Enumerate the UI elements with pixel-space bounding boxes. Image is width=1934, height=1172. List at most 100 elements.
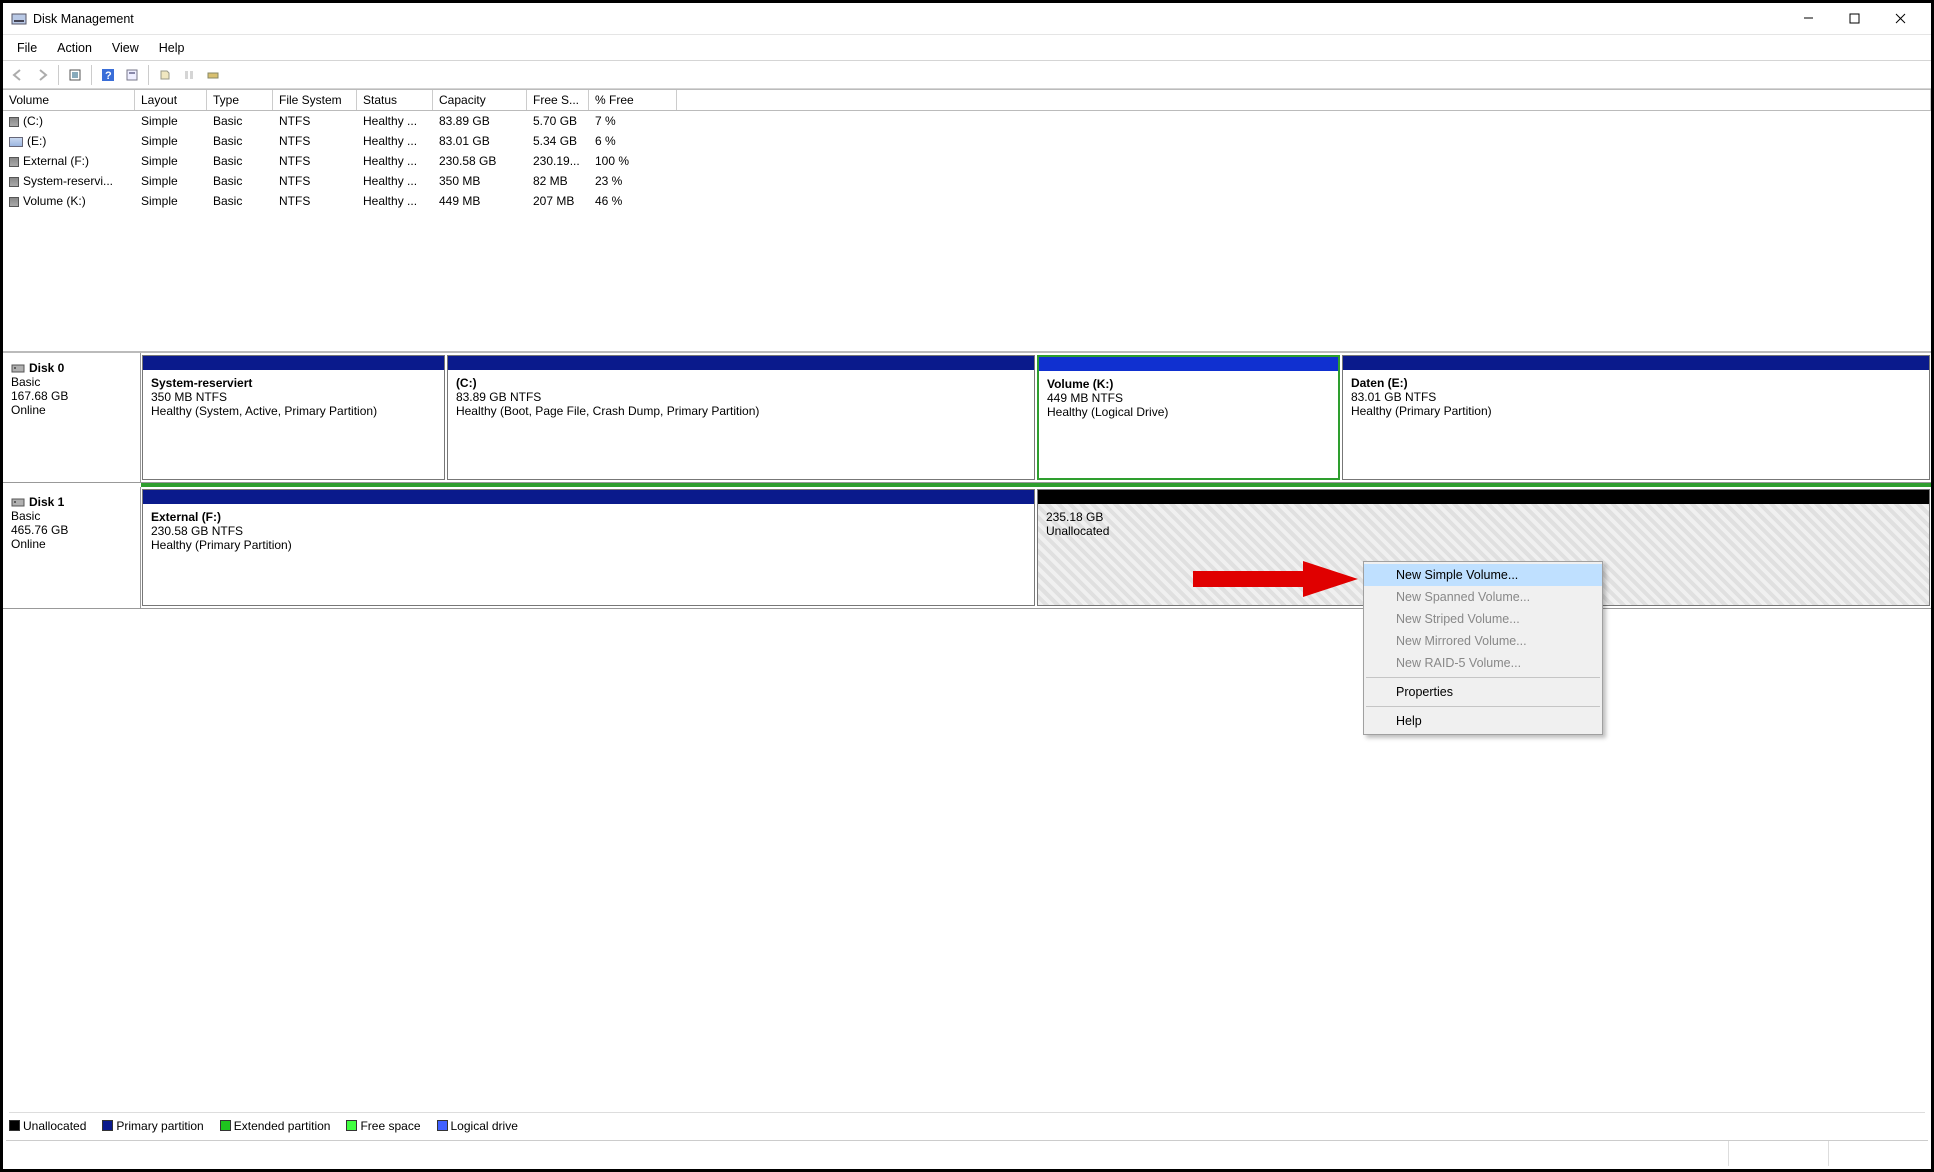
context-menu-item[interactable]: Help (1364, 710, 1602, 732)
minimize-button[interactable] (1785, 4, 1831, 34)
refresh-button[interactable] (64, 64, 86, 86)
svg-text:?: ? (105, 70, 112, 82)
legend-freespace: Free space (346, 1119, 420, 1133)
back-button[interactable] (7, 64, 29, 86)
window-controls (1785, 4, 1923, 34)
menu-view[interactable]: View (102, 37, 149, 59)
volume-row[interactable]: Volume (K:)SimpleBasicNTFSHealthy ...449… (3, 191, 1931, 211)
col-pct-free[interactable]: % Free (589, 90, 677, 110)
disk-status: Online (11, 403, 132, 417)
volume-icon (9, 177, 19, 187)
volume-list-header[interactable]: Volume Layout Type File System Status Ca… (3, 89, 1931, 111)
partition-colorbar (1343, 356, 1929, 370)
menu-file[interactable]: File (7, 37, 47, 59)
disk-graphical-view: Disk 0Basic167.68 GBOnlineSystem-reservi… (3, 352, 1931, 609)
legend-primary: Primary partition (102, 1119, 203, 1133)
volume-type: Basic (207, 153, 273, 169)
partition[interactable]: System-reserviert350 MB NTFSHealthy (Sys… (142, 355, 445, 480)
col-capacity[interactable]: Capacity (433, 90, 527, 110)
forward-button[interactable] (31, 64, 53, 86)
volume-status: Healthy ... (357, 113, 433, 129)
volume-free: 5.34 GB (527, 133, 589, 149)
volume-free: 5.70 GB (527, 113, 589, 129)
legend-unallocated: Unallocated (9, 1119, 86, 1133)
partition[interactable]: Volume (K:)449 MB NTFSHealthy (Logical D… (1037, 355, 1340, 480)
volume-layout: Simple (135, 173, 207, 189)
statusbar-pane (6, 1141, 1728, 1166)
disk-size: 465.76 GB (11, 523, 132, 537)
disk-partitions: External (F:)230.58 GB NTFSHealthy (Prim… (141, 487, 1931, 608)
partition-size: 83.01 GB NTFS (1351, 390, 1921, 404)
partition-status: Healthy (Logical Drive) (1047, 405, 1330, 419)
disk-meta[interactable]: Disk 1Basic465.76 GBOnline (3, 487, 141, 608)
volume-rows[interactable]: (C:)SimpleBasicNTFSHealthy ...83.89 GB5.… (3, 111, 1931, 351)
partition-body: Volume (K:)449 MB NTFSHealthy (Logical D… (1039, 371, 1338, 478)
partition-name: Daten (E:) (1351, 376, 1921, 390)
disk-row: Disk 1Basic465.76 GBOnlineExternal (F:)2… (3, 487, 1931, 609)
context-menu-item[interactable]: New Simple Volume... (1364, 564, 1602, 586)
toolbar-button-2[interactable] (178, 64, 200, 86)
disk-name: Disk 0 (11, 361, 132, 375)
col-spacer (677, 90, 1931, 110)
disk-status: Online (11, 537, 132, 551)
volume-icon (9, 157, 19, 167)
disk-type: Basic (11, 375, 132, 389)
volume-pctfree: 23 % (589, 173, 677, 189)
context-menu-item[interactable]: Properties (1364, 681, 1602, 703)
volume-layout: Simple (135, 113, 207, 129)
col-layout[interactable]: Layout (135, 90, 207, 110)
disk-meta[interactable]: Disk 0Basic167.68 GBOnline (3, 353, 141, 482)
col-status[interactable]: Status (357, 90, 433, 110)
close-button[interactable] (1877, 4, 1923, 34)
volume-row[interactable]: (C:)SimpleBasicNTFSHealthy ...83.89 GB5.… (3, 111, 1931, 131)
toolbar-button-1[interactable] (154, 64, 176, 86)
col-filesystem[interactable]: File System (273, 90, 357, 110)
partition[interactable]: External (F:)230.58 GB NTFSHealthy (Prim… (142, 489, 1035, 606)
menu-help[interactable]: Help (149, 37, 195, 59)
partition-colorbar (448, 356, 1034, 370)
volume-fs: NTFS (273, 133, 357, 149)
toolbar-separator (148, 65, 149, 85)
volume-layout: Simple (135, 133, 207, 149)
help-button[interactable]: ? (97, 64, 119, 86)
volume-row[interactable]: (E:)SimpleBasicNTFSHealthy ...83.01 GB5.… (3, 131, 1931, 151)
disk-partitions: System-reserviert350 MB NTFSHealthy (Sys… (141, 353, 1931, 482)
window-title: Disk Management (33, 12, 134, 26)
menubar: File Action View Help (3, 35, 1931, 61)
disk-management-icon (11, 11, 27, 27)
partition-size: 83.89 GB NTFS (456, 390, 1026, 404)
partition-status: Healthy (Primary Partition) (151, 538, 1026, 552)
partition[interactable]: (C:)83.89 GB NTFSHealthy (Boot, Page Fil… (447, 355, 1035, 480)
volume-status: Healthy ... (357, 173, 433, 189)
maximize-button[interactable] (1831, 4, 1877, 34)
partition[interactable]: Daten (E:)83.01 GB NTFSHealthy (Primary … (1342, 355, 1930, 480)
toolbar-button-3[interactable] (202, 64, 224, 86)
volume-type: Basic (207, 133, 273, 149)
partition-size: 449 MB NTFS (1047, 391, 1330, 405)
volume-pctfree: 46 % (589, 193, 677, 209)
partition-status: Unallocated (1046, 524, 1921, 538)
partition-colorbar (143, 356, 444, 370)
partition-name: External (F:) (151, 510, 1026, 524)
volume-row[interactable]: External (F:)SimpleBasicNTFSHealthy ...2… (3, 151, 1931, 171)
volume-name: Volume (K:) (3, 193, 135, 209)
volume-status: Healthy ... (357, 133, 433, 149)
volume-row[interactable]: System-reservi...SimpleBasicNTFSHealthy … (3, 171, 1931, 191)
col-free-space[interactable]: Free S... (527, 90, 589, 110)
volume-name: System-reservi... (3, 173, 135, 189)
col-volume[interactable]: Volume (3, 90, 135, 110)
annotation-arrow-icon (1193, 558, 1363, 600)
volume-status: Healthy ... (357, 153, 433, 169)
volume-fs: NTFS (273, 153, 357, 169)
volume-free: 82 MB (527, 173, 589, 189)
menu-action[interactable]: Action (47, 37, 102, 59)
properties-button[interactable] (121, 64, 143, 86)
volume-pctfree: 6 % (589, 133, 677, 149)
volume-capacity: 230.58 GB (433, 153, 527, 169)
col-type[interactable]: Type (207, 90, 273, 110)
toolbar: ? (3, 61, 1931, 89)
partition-status: Healthy (Boot, Page File, Crash Dump, Pr… (456, 404, 1026, 418)
context-menu-item: New Spanned Volume... (1364, 586, 1602, 608)
context-menu-item: New RAID-5 Volume... (1364, 652, 1602, 674)
disk-type: Basic (11, 509, 132, 523)
